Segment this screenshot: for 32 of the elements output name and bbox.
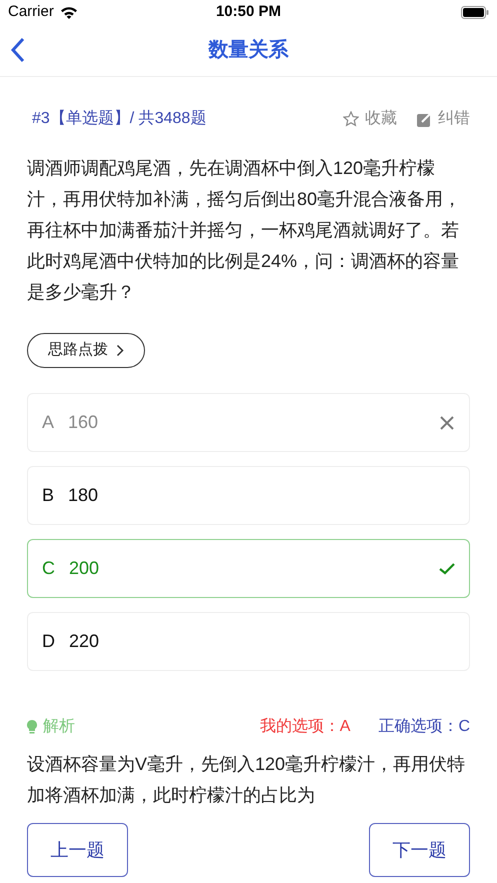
battery-icon bbox=[460, 6, 489, 18]
analysis-text: 设酒杯容量为V毫升，先倒入120毫升柠檬汁，再用伏特加将酒杯加满，此时柠檬汁的占比为 bbox=[27, 753, 466, 807]
option-letter: B bbox=[42, 484, 54, 507]
question-number: #3【单选题】/ 共3488题 bbox=[32, 108, 206, 129]
my-answer: 我的选项：A bbox=[260, 716, 350, 737]
option-value: 220 bbox=[69, 630, 100, 653]
clock-time: 10:50 PM bbox=[216, 2, 282, 22]
page-title: 数量关系 bbox=[208, 38, 288, 63]
back-button[interactable] bbox=[10, 37, 26, 63]
option-letter: C bbox=[42, 557, 55, 580]
lightbulb-icon bbox=[27, 720, 37, 734]
next-button[interactable]: 下一题 bbox=[369, 823, 470, 877]
previous-button[interactable]: 上一题 bbox=[27, 823, 128, 877]
option-letter: D bbox=[42, 630, 55, 653]
option-value: 180 bbox=[68, 484, 98, 507]
check-icon bbox=[439, 562, 455, 575]
edit-icon bbox=[417, 112, 432, 126]
star-icon bbox=[343, 111, 359, 127]
close-icon bbox=[439, 414, 455, 430]
option-value: 200 bbox=[69, 557, 100, 580]
question-text: 调酒师调配鸡尾酒，先在调酒杯中倒入120毫升柠檬汁，再用伏特加补满，摇匀后倒出80毫升混合液备用，再往杯中加满番茄汁并摇匀，一杯鸡尾酒就调好了。若此时鸡尾酒中伏特加的比例是24%，问：调酒杯的容量是多少毫升？ bbox=[27, 157, 462, 304]
hint-button[interactable]: 思路点拨 bbox=[27, 333, 145, 368]
correct-answer: 正确选项：C bbox=[378, 716, 470, 737]
carrier-label: Carrier bbox=[8, 2, 54, 22]
option-value: 160 bbox=[68, 411, 98, 434]
answer-option[interactable]: B 180 bbox=[27, 466, 470, 525]
analysis-label: 解析 bbox=[43, 717, 75, 737]
wifi-icon bbox=[60, 6, 78, 18]
answer-option[interactable]: D 220 bbox=[27, 612, 470, 671]
chevron-right-icon bbox=[116, 344, 124, 357]
back-icon bbox=[10, 37, 26, 63]
option-letter: A bbox=[42, 411, 54, 434]
